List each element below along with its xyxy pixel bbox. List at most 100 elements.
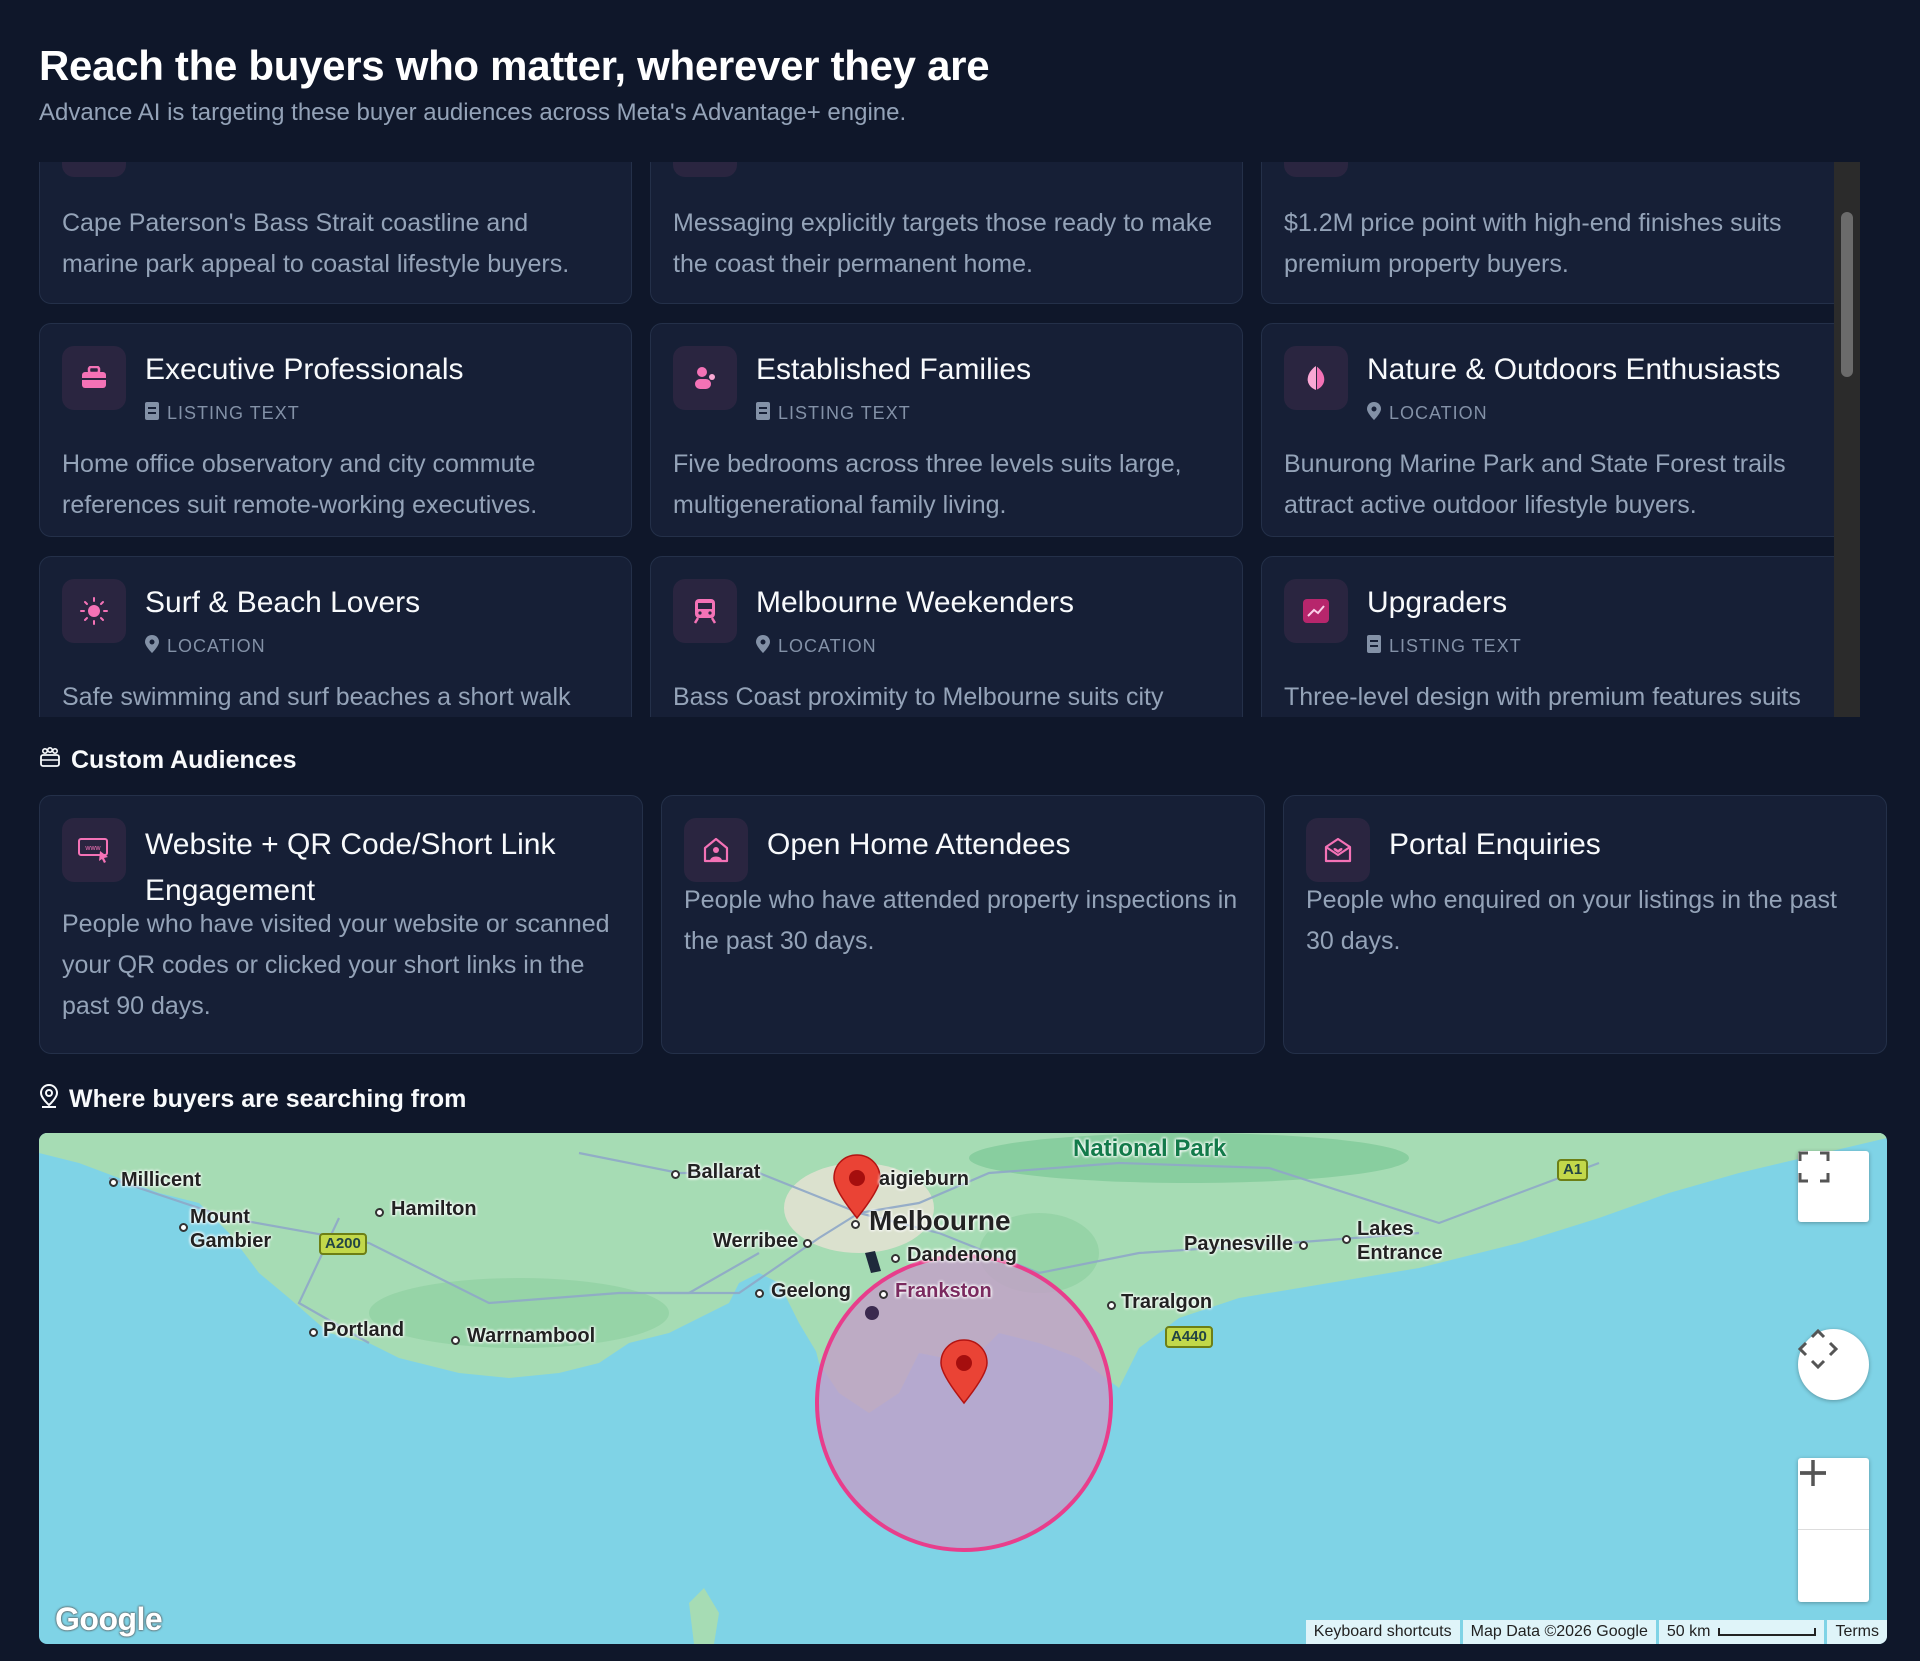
custom-audiences-grid: www Website + QR Code/Short Link Engagem… xyxy=(39,795,1887,1054)
location-pin-icon xyxy=(756,635,770,658)
scale-bar xyxy=(1718,1628,1817,1636)
custom-card-website: www Website + QR Code/Short Link Engagem… xyxy=(39,795,643,1054)
audience-card: Messaging explicitly targets those ready… xyxy=(650,162,1243,304)
place-label-millicent: Millicent xyxy=(121,1169,202,1191)
road-shield-a200: A200 xyxy=(319,1233,367,1255)
google-logo: Google xyxy=(55,1601,163,1637)
place-dot xyxy=(375,1208,384,1217)
place-label-lakes-entrance: Lakes Entrance xyxy=(1357,1218,1443,1264)
map-scale[interactable]: 50 km xyxy=(1658,1620,1825,1644)
custom-card-open-home: Open Home Attendees People who have atte… xyxy=(661,795,1265,1054)
fullscreen-button[interactable] xyxy=(1798,1151,1869,1222)
audience-desc: Home office observatory and city commute… xyxy=(62,450,538,519)
scrollbar-thumb[interactable] xyxy=(1841,212,1853,377)
zoom-controls xyxy=(1798,1458,1869,1602)
mail-heart-icon xyxy=(1306,818,1370,882)
place-dot xyxy=(755,1289,764,1298)
place-dot xyxy=(451,1336,460,1345)
place-label-hamilton: Hamilton xyxy=(391,1198,477,1220)
map-pin-outline-icon xyxy=(39,1083,59,1115)
place-label-craigieburn: aigieburn xyxy=(879,1168,970,1190)
place-dot xyxy=(1107,1301,1116,1310)
web-click-icon: www xyxy=(62,818,126,882)
scrollbar[interactable] xyxy=(1834,162,1860,717)
home-icon xyxy=(673,162,737,177)
audience-card-surf: Surf & Beach Lovers LOCATION Safe swimmi… xyxy=(39,556,632,717)
audience-tag: LISTING TEXT xyxy=(756,402,911,425)
keyboard-shortcuts-link[interactable]: Keyboard shortcuts xyxy=(1305,1620,1460,1644)
diamond-icon xyxy=(1284,162,1348,177)
audience-desc: Five bedrooms across three levels suits … xyxy=(673,450,1182,519)
map-heading: Where buyers are searching from xyxy=(39,1083,466,1115)
group-icon xyxy=(39,746,61,775)
place-label-melbourne: Melbourne xyxy=(869,1205,1011,1236)
page-title: Reach the buyers who matter, wherever th… xyxy=(39,42,990,89)
document-icon xyxy=(1367,635,1381,658)
people-icon xyxy=(673,346,737,410)
audience-title: Nature & Outdoors Enthusiasts xyxy=(1367,353,1781,386)
audience-title: Established Families xyxy=(756,353,1032,386)
audience-card-executive: Executive Professionals LISTING TEXT Hom… xyxy=(39,323,632,537)
place-label-werribee: Werribee xyxy=(713,1230,799,1252)
audience-card: Cape Paterson's Bass Strait coastline an… xyxy=(39,162,632,304)
place-label-paynesville: Paynesville xyxy=(1184,1233,1293,1255)
wave-icon xyxy=(62,162,126,177)
custom-audiences-heading: Custom Audiences xyxy=(39,746,297,775)
audience-tag: LISTING TEXT xyxy=(145,402,300,425)
map-data-attribution: Map Data ©2026 Google xyxy=(1462,1620,1656,1644)
custom-card-title: Open Home Attendees xyxy=(767,828,1071,861)
camera-control-button[interactable] xyxy=(1798,1329,1869,1400)
map[interactable]: Millicent Mount Gambier Hamilton A200 Po… xyxy=(39,1133,1887,1644)
location-pin-icon xyxy=(145,635,159,658)
audience-tag: LISTING TEXT xyxy=(1367,635,1522,658)
custom-card-portal: Portal Enquiries People who enquired on … xyxy=(1283,795,1887,1054)
audience-desc: Three-level design with premium features… xyxy=(1284,683,1801,711)
custom-card-desc: People who have visited your website or … xyxy=(62,910,610,1020)
place-dot xyxy=(671,1170,680,1179)
custom-card-title: Portal Enquiries xyxy=(1389,828,1601,861)
audience-title: Melbourne Weekenders xyxy=(756,586,1074,619)
document-icon xyxy=(145,402,159,425)
place-label-mount-gambier: Mount Gambier xyxy=(190,1206,272,1252)
custom-card-title: Website + QR Code/Short Link Engagement xyxy=(145,828,556,907)
audience-tag: LOCATION xyxy=(1367,402,1488,425)
place-dot xyxy=(109,1178,118,1187)
audience-desc: Bass Coast proximity to Melbourne suits … xyxy=(673,683,1164,711)
house-person-icon xyxy=(684,818,748,882)
road-shield-a440: A440 xyxy=(1165,1326,1213,1348)
place-dot xyxy=(1299,1241,1308,1250)
place-dot xyxy=(879,1290,888,1299)
place-dot xyxy=(179,1223,188,1232)
place-dot xyxy=(851,1220,860,1229)
audience-desc: Messaging explicitly targets those ready… xyxy=(673,209,1213,278)
audience-scroll-area[interactable]: Cape Paterson's Bass Strait coastline an… xyxy=(39,162,1860,717)
audience-desc: Safe swimming and surf beaches a short w… xyxy=(62,683,571,711)
audience-tag: LOCATION xyxy=(145,635,266,658)
page-subtitle: Advance AI is targeting these buyer audi… xyxy=(39,99,907,126)
audience-card-weekenders: Melbourne Weekenders LOCATION Bass Coast… xyxy=(650,556,1243,717)
place-dot xyxy=(309,1328,318,1337)
audience-title: Upgraders xyxy=(1367,586,1508,619)
train-icon xyxy=(673,579,737,643)
audience-title: Surf & Beach Lovers xyxy=(145,586,421,619)
audience-tag: LOCATION xyxy=(756,635,877,658)
page-header: Reach the buyers who matter, wherever th… xyxy=(39,38,990,130)
place-dot xyxy=(1342,1235,1351,1244)
place-label-portland: Portland xyxy=(323,1319,405,1341)
map-scale-label: 50 km xyxy=(1666,1623,1711,1640)
place-label-geelong: Geelong xyxy=(771,1280,852,1302)
place-label-dandenong: Dandenong xyxy=(907,1244,1017,1266)
place-dot xyxy=(891,1254,900,1263)
audience-card-families: Established Families LISTING TEXT Five b… xyxy=(650,323,1243,537)
sun-icon xyxy=(62,579,126,643)
audience-card: $1.2M price point with high-end finishes… xyxy=(1261,162,1854,304)
place-label-frankston: Frankston xyxy=(895,1280,992,1302)
zoom-out-button[interactable] xyxy=(1798,1471,1869,1601)
place-label-ballarat: Ballarat xyxy=(687,1161,761,1183)
location-pin-icon xyxy=(1367,402,1381,425)
audience-title: Executive Professionals xyxy=(145,353,464,386)
terms-link[interactable]: Terms xyxy=(1827,1620,1887,1644)
custom-card-desc: People who enquired on your listings in … xyxy=(1306,886,1837,955)
road-shield-a1: A1 xyxy=(1557,1159,1589,1181)
briefcase-icon xyxy=(62,346,126,410)
